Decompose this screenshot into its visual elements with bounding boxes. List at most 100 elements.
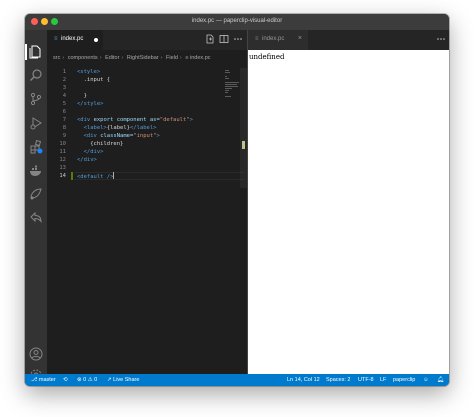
minimap-slider[interactable] [240,68,247,188]
code-token: </style> [77,101,104,107]
code-line[interactable]: 14 <default /> [47,172,247,180]
branch-name: master [38,377,56,383]
live-share-label: Live Share [113,377,140,383]
tab-index-pc[interactable]: ≡ index.pc [47,30,103,50]
branch-icon: ⎇ [31,377,39,383]
code-line[interactable]: 11 </div> [47,148,247,156]
line-content: <style> [77,68,100,76]
code-line[interactable]: 6 [47,108,247,116]
encoding-status[interactable]: UTF-8 [358,377,374,383]
chevron-right-icon: › [121,55,124,61]
search-icon[interactable] [29,68,43,82]
code-token: <label> [77,125,107,131]
more-actions-icon[interactable] [436,34,446,44]
eol-status[interactable]: LF [380,377,386,383]
added-line-gutter-marker [71,172,73,180]
accounts-icon[interactable] [29,347,43,361]
tab-label: index.pc [262,36,285,42]
minimap-line [225,92,228,93]
line-content: <default /> [77,172,115,181]
code-token: <default /> [77,174,114,180]
code-line[interactable]: 12 </div> [47,156,247,164]
code-line[interactable]: 1 <style> [47,68,247,76]
code-token: > [156,133,160,139]
breadcrumb-src[interactable]: src [53,55,60,61]
breadcrumb-file[interactable]: ≡ index.pc [185,55,210,61]
code-line[interactable]: 13 [47,164,247,172]
live-share-icon[interactable] [29,210,43,224]
code-token: <style> [77,69,101,75]
close-tab-icon[interactable]: × [298,35,302,42]
unsaved-dot-icon[interactable] [94,38,98,42]
line-content: <div export component as="default"> [77,116,193,124]
preview-output: undefined [249,53,285,61]
code-token: <div [77,117,94,123]
live-share-status[interactable]: ↗ Live Share [107,377,139,383]
line-content: <div className="input"> [77,132,160,140]
tab-preview-index-pc[interactable]: ≡ index.pc × [248,30,308,50]
file-icon: ≡ [255,36,259,42]
line-content: {children} [77,140,123,148]
line-content: </div> [77,148,104,156]
line-content: </style> [77,100,104,108]
line-number: 1 [62,69,66,75]
minimap-line [225,78,229,79]
breadcrumb-components[interactable]: components [68,55,98,61]
indentation-status[interactable]: Spaces: 2 [326,377,350,383]
breadcrumb-field[interactable]: Field [166,55,178,61]
code-line[interactable]: 3 [47,84,247,92]
breadcrumb-rightsidebar[interactable]: RightSidebar [127,55,159,61]
chevron-right-icon: › [160,55,163,61]
run-debug-icon[interactable] [29,116,43,130]
minimap-line [225,70,229,71]
line-number: 13 [59,165,66,171]
line-number: 14 [59,173,66,179]
code-token: export component as= [93,117,160,123]
line-content: <label>{label}</label> [77,124,157,132]
source-control-icon[interactable] [29,92,43,106]
code-token: .input { [77,77,111,83]
line-content: </div> [77,156,97,164]
chevron-right-icon: › [179,55,182,61]
code-line[interactable]: 5 </style> [47,100,247,108]
chevron-right-icon: › [99,55,102,61]
problems-status[interactable]: ⊗ 0 ⚠ 0 [77,377,97,383]
activity-bar [25,30,47,381]
preview-editor-group: ≡ index.pc × undefined [248,30,449,374]
sync-icon[interactable]: ⟲ [63,377,68,383]
code-area[interactable]: 1 <style> 2 .input {3 4 } 5 </style> 6 7 <div ex… [47,68,247,180]
code-line[interactable]: 10 {children} [47,140,247,148]
code-line[interactable]: 7 <div export component as="default"> [47,116,247,124]
code-token: "default" [159,117,190,123]
open-changes-icon[interactable] [205,34,215,44]
code-token: {children} [77,141,124,147]
minimap-line [225,90,229,91]
explorer-icon[interactable] [29,45,43,59]
minimap-line [225,84,237,85]
split-editor-icon[interactable] [219,34,229,44]
breadcrumb-editor[interactable]: Editor [105,55,119,61]
code-line[interactable]: 2 .input { [47,76,247,84]
editor-tab-bar: ≡ index.pc [47,30,247,50]
minimap-line [225,72,230,73]
more-actions-icon[interactable] [233,34,243,44]
line-number: 10 [59,141,66,147]
cursor-position-status[interactable]: Ln 14, Col 12 [287,377,320,383]
code-line[interactable]: 4 } [47,92,247,100]
line-content: } [77,92,87,100]
docker-icon[interactable] [29,164,43,178]
minimap-line [225,82,239,83]
notifications-bell-icon[interactable]: 🔔︎ [437,377,444,383]
code-line[interactable]: 9 <div className="input"> [47,132,247,140]
code-line[interactable]: 8 <label>{label}</label> [47,124,247,132]
branch-status[interactable]: ⎇ master [31,377,56,383]
line-number: 3 [62,85,66,91]
remote-explorer-icon[interactable] [29,187,43,201]
window-title: index.pc — paperclip-visual-editor [191,18,283,24]
language-mode-status[interactable]: paperclip [393,377,415,383]
extensions-icon[interactable] [29,140,43,154]
line-number: 8 [62,125,66,131]
line-number: 7 [62,117,66,123]
breadcrumb: src › components › Editor › RightSidebar › F… [53,55,213,65]
feedback-icon[interactable]: ☺ [423,377,429,383]
